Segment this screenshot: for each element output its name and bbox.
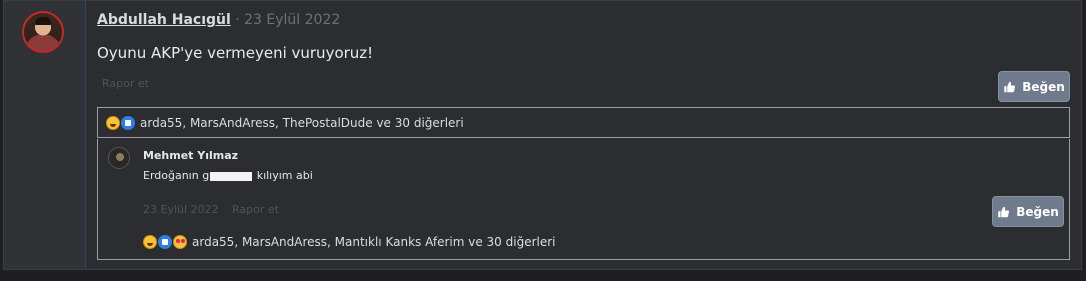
author-link[interactable]: Abdullah Hacıgül (97, 12, 231, 28)
laugh-reaction-icon (106, 115, 120, 130)
reply-like-label: Beğen (1016, 204, 1059, 219)
separator: · (235, 12, 240, 28)
censor-bar (210, 171, 253, 181)
thumbs-up-icon (998, 206, 1010, 217)
post-header: Abdullah Hacıgül · 23 Eylül 2022 (97, 12, 340, 28)
reply-reaction-users[interactable]: arda55, MarsAndAress, Mantıklı Kanks Afe… (192, 235, 556, 249)
reply-like-button[interactable]: Beğen (992, 196, 1064, 227)
reply-text-end: kılıyım abi (253, 169, 313, 182)
like-reaction-icon (158, 235, 172, 249)
reply-comment: Mehmet Yılmaz Erdoğanın g kılıyım abi 23… (97, 139, 1070, 260)
love-reaction-icon (173, 235, 187, 249)
reaction-summary[interactable]: arda55, MarsAndAress, ThePostalDude ve 3… (97, 107, 1070, 138)
reply-reaction-summary[interactable]: arda55, MarsAndAress, Mantıklı Kanks Afe… (143, 235, 556, 249)
reply-text-start: Erdoğanın g (143, 169, 210, 182)
post-author-column (4, 1, 86, 269)
laugh-reaction-icon (143, 235, 157, 249)
reply-text: Erdoğanın g kılıyım abi (143, 169, 313, 182)
reply-author[interactable]: Mehmet Yılmaz (143, 149, 238, 162)
reaction-users[interactable]: arda55, MarsAndAress, ThePostalDude ve 3… (140, 116, 464, 130)
reply-report-link[interactable]: Rapor et (232, 203, 279, 216)
report-link[interactable]: Rapor et (102, 77, 149, 90)
thumbs-up-icon (1004, 81, 1016, 92)
post-date[interactable]: 23 Eylül 2022 (244, 12, 340, 28)
reply-meta: 23 Eylül 2022 Rapor et (143, 203, 279, 216)
post-message: Oyunu AKP'ye vermeyeni vuruyoruz! (97, 44, 374, 62)
forum-post: Abdullah Hacıgül · 23 Eylül 2022 Oyunu A… (3, 0, 1082, 270)
like-reaction-icon (121, 115, 135, 130)
like-button[interactable]: Beğen (998, 71, 1070, 102)
avatar[interactable] (22, 11, 64, 53)
like-button-label: Beğen (1022, 79, 1065, 94)
reply-avatar[interactable] (108, 147, 130, 169)
reply-date[interactable]: 23 Eylül 2022 (143, 203, 219, 216)
